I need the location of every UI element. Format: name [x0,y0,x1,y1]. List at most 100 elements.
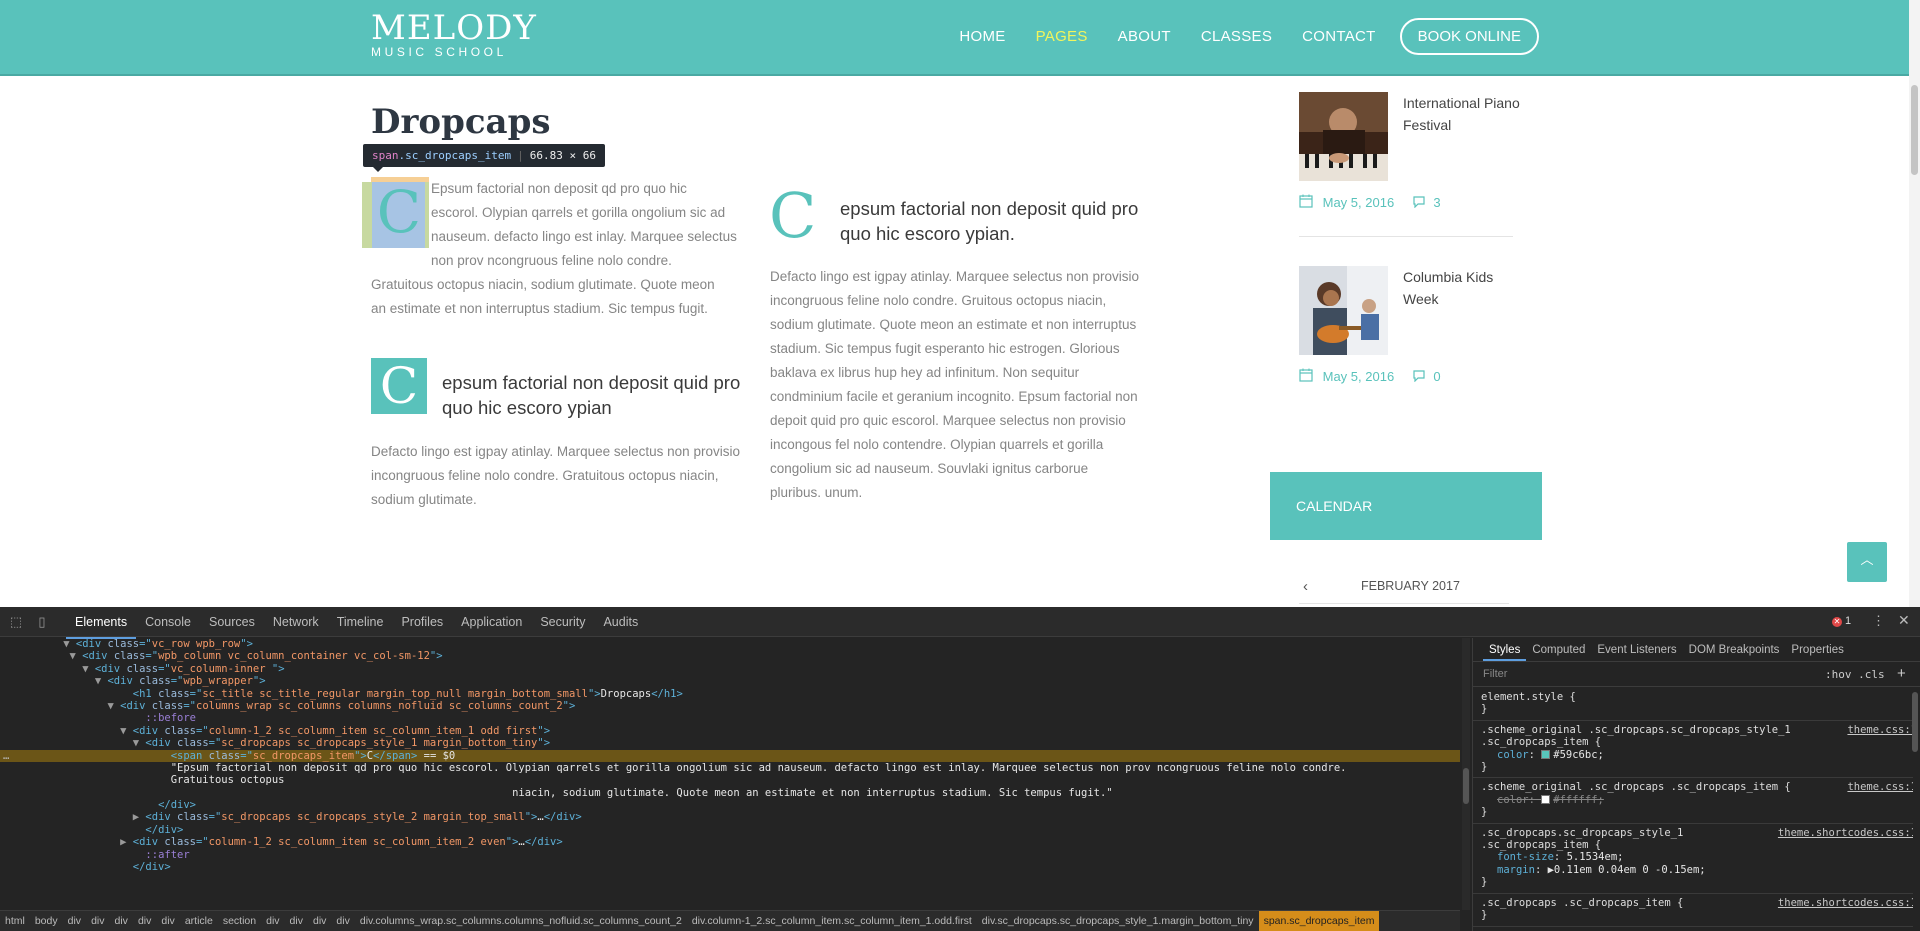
rule-selector[interactable]: .scheme_original .sc_dropcaps.sc_dropcap… [1481,724,1907,749]
expand-arrow-icon[interactable] [158,750,171,762]
css-prop-value[interactable]: #ffffff; [1553,794,1604,806]
css-prop-value[interactable]: ▶0.11em 0.04em 0 -0.15em; [1548,864,1706,876]
expand-arrow-icon[interactable] [120,688,133,700]
post-title[interactable]: International Piano Festival [1403,92,1523,136]
nav-contact[interactable]: CONTACT [1302,28,1375,45]
expand-arrow-icon[interactable]: ▶ [120,836,133,848]
devtools-tab-security[interactable]: Security [531,607,594,639]
css-prop-value[interactable]: #59c6bc; [1553,749,1604,761]
breadcrumb-item[interactable]: div [331,911,354,931]
scroll-to-top-button[interactable]: ︿ [1847,542,1887,582]
rule-selector[interactable]: element.style { [1481,691,1907,703]
breadcrumb-item[interactable]: div.column-1_2.sc_column_item.sc_column_… [687,911,977,931]
breadcrumb-item[interactable]: span.sc_dropcaps_item [1258,911,1380,931]
breadcrumb-item[interactable]: div.sc_dropcaps.sc_dropcaps_style_1.marg… [977,911,1259,931]
page-scrollbar[interactable] [1909,0,1920,607]
dom-node-line[interactable]: </div> [0,861,1460,873]
expand-arrow-icon[interactable]: ▼ [70,650,83,662]
rule-source-link[interactable]: theme.css:1 [1847,724,1913,736]
devtools-tab-audits[interactable]: Audits [594,607,647,639]
css-declaration[interactable]: color: #59c6bc; [1481,749,1907,761]
color-swatch[interactable] [1541,749,1551,759]
css-prop-value[interactable]: 5.1534em; [1567,851,1624,863]
post-date[interactable]: May 5, 2016 [1323,369,1395,384]
post-thumbnail-kids[interactable] [1299,266,1388,355]
dom-node-line[interactable]: … <span class="sc_dropcaps_item">C</span… [0,749,1460,762]
styles-scrollbar[interactable] [1911,688,1919,931]
rule-source-link[interactable]: theme.shortcodes.css:1 [1778,897,1913,909]
rule-source-link[interactable]: theme.shortcodes.css:1 [1778,827,1913,839]
dom-node-line[interactable]: ▼ <div class="vc_row wpb_row"> [0,638,1460,650]
breadcrumb-item[interactable]: html [0,911,30,931]
post-comments-count[interactable]: 3 [1433,195,1440,210]
post-date[interactable]: May 5, 2016 [1323,195,1395,210]
dom-node-line[interactable]: ▶ <div class="column-1_2 sc_column_item … [0,836,1460,848]
breadcrumb-item[interactable]: div [63,911,86,931]
dom-scrollbar[interactable] [1462,638,1470,910]
more-options-icon[interactable]: ⋮ [1872,613,1885,629]
error-counter[interactable]: ✕ 1 [1832,615,1851,627]
css-declaration[interactable]: font-size: 5.1534em; [1481,851,1907,863]
expand-arrow-icon[interactable] [499,787,512,799]
dom-node-line[interactable]: ▼ <div class="sc_dropcaps sc_dropcaps_st… [0,737,1460,749]
expand-arrow-icon[interactable] [158,774,171,786]
rule-selector[interactable]: .scheme_original .sc_dropcaps .sc_dropca… [1481,781,1907,793]
dom-node-line[interactable]: <h1 class="sc_title sc_title_regular mar… [0,688,1460,700]
nav-classes[interactable]: CLASSES [1201,28,1272,45]
nav-home[interactable]: HOME [959,28,1005,45]
styles-tab-computed[interactable]: Computed [1526,638,1591,661]
devtools-tab-network[interactable]: Network [264,607,328,639]
dom-node-line[interactable]: ▶ <div class="sc_dropcaps sc_dropcaps_st… [0,811,1460,823]
more-icon[interactable]: … [3,750,9,762]
expand-arrow-icon[interactable]: ▶ [133,811,146,823]
breadcrumb-item[interactable]: div [308,911,331,931]
dom-node-line[interactable]: ::before [0,712,1460,724]
styles-tab-event-listeners[interactable]: Event Listeners [1591,638,1682,661]
styles-tab-dom-breakpoints[interactable]: DOM Breakpoints [1683,638,1786,661]
nav-about[interactable]: ABOUT [1118,28,1171,45]
dom-node-line[interactable]: ▼ <div class="vc_column-inner "> [0,663,1460,675]
dom-node-line[interactable]: niacin, sodium glutimate. Quote meon an … [0,787,1460,799]
css-declaration[interactable]: margin: ▶0.11em 0.04em 0 -0.15em; [1481,864,1907,876]
expand-arrow-icon[interactable] [133,824,146,836]
expand-arrow-icon[interactable]: ▼ [82,663,95,675]
dom-node-line[interactable]: ▼ <div class="column-1_2 sc_column_item … [0,725,1460,737]
styles-filter-input[interactable]: Filter [1483,668,1507,680]
post-thumbnail-piano[interactable] [1299,92,1388,181]
devtools-tab-console[interactable]: Console [136,607,200,639]
nav-pages[interactable]: PAGES [1036,28,1088,45]
devtools-tab-sources[interactable]: Sources [200,607,264,639]
breadcrumb-item[interactable]: div [261,911,284,931]
breadcrumb-item[interactable]: div.columns_wrap.sc_columns.columns_nofl… [355,911,687,931]
scrollbar-thumb[interactable] [1911,85,1918,175]
expand-arrow-icon[interactable] [133,849,146,861]
expand-arrow-icon[interactable]: ▼ [95,675,108,687]
expand-arrow-icon[interactable]: ▼ [63,638,76,650]
expand-arrow-icon[interactable] [145,799,158,811]
dom-node-line[interactable]: </div> [0,799,1460,811]
styles-tab-styles[interactable]: Styles [1483,638,1527,661]
color-swatch[interactable] [1541,794,1551,804]
expand-arrow-icon[interactable]: ▼ [120,725,133,737]
book-online-button[interactable]: BOOK ONLINE [1399,18,1539,55]
new-rule-icon[interactable]: + [1897,665,1906,682]
site-logo[interactable]: MELODY MUSIC SCHOOL [371,11,537,59]
scrollbar-thumb[interactable] [1912,692,1918,752]
breadcrumb-item[interactable]: body [30,911,63,931]
dom-node-line[interactable]: ▼ <div class="wpb_wrapper"> [0,675,1460,687]
scrollbar-thumb[interactable] [1463,768,1469,804]
breadcrumb-item[interactable]: section [218,911,261,931]
breadcrumb-item[interactable]: div [285,911,308,931]
devtools-tab-profiles[interactable]: Profiles [392,607,452,639]
post-comments-count[interactable]: 0 [1433,369,1440,384]
dom-node-line[interactable]: ▼ <div class="columns_wrap sc_columns co… [0,700,1460,712]
devtools-tab-application[interactable]: Application [452,607,531,639]
breadcrumb-item[interactable]: div [86,911,109,931]
breadcrumb-item[interactable]: div [133,911,156,931]
dom-node-line[interactable]: "Epsum factorial non deposit qd pro quo … [0,762,1460,774]
breadcrumb-item[interactable]: article [180,911,218,931]
expand-arrow-icon[interactable] [158,762,171,774]
dom-node-line[interactable]: </div> [0,824,1460,836]
breadcrumb-item[interactable]: div [156,911,179,931]
css-declaration[interactable]: color: #ffffff; [1481,794,1907,806]
